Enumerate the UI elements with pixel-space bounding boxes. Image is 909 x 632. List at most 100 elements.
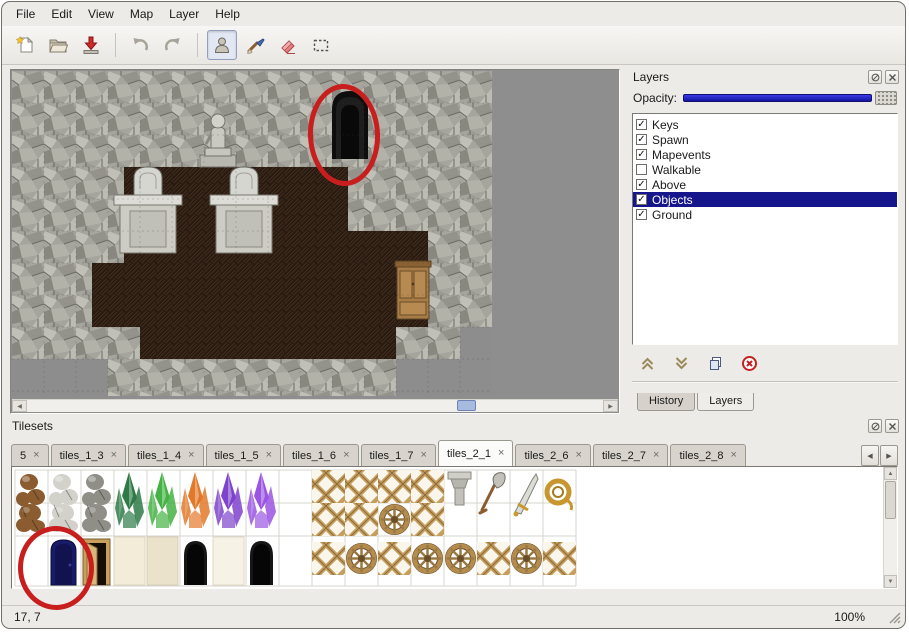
delete-layer-icon[interactable]: [741, 355, 758, 372]
lower-layer-icon[interactable]: [673, 355, 690, 372]
scroll-right-icon[interactable]: ▶: [603, 400, 618, 412]
tile-wheel[interactable]: [347, 544, 377, 574]
tile-open-door[interactable]: [83, 539, 110, 585]
tile-pale[interactable]: [114, 537, 145, 585]
tileset-tab-9[interactable]: tiles_2_8 ×: [670, 444, 745, 466]
tab-close-icon[interactable]: ×: [730, 450, 736, 461]
tile-crystal-violet[interactable]: [247, 472, 276, 528]
resize-grip[interactable]: [888, 611, 901, 624]
raise-layer-icon[interactable]: [639, 355, 656, 372]
tile-sword[interactable]: [514, 474, 539, 517]
duplicate-layer-icon[interactable]: [707, 355, 724, 372]
tileset-vertical-scrollbar[interactable]: ▲ ▼: [883, 467, 897, 588]
tileset-tab-3[interactable]: tiles_1_5 ×: [206, 444, 281, 466]
tileset-tab-1[interactable]: tiles_1_3 ×: [51, 444, 126, 466]
opacity-slider-handle[interactable]: [875, 91, 897, 105]
opacity-slider[interactable]: [683, 91, 897, 105]
tab-close-icon[interactable]: ×: [421, 450, 427, 461]
tab-close-icon[interactable]: ×: [498, 448, 504, 459]
tileset-tab-8[interactable]: tiles_2_7 ×: [593, 444, 668, 466]
layer-checkbox[interactable]: ✓: [636, 164, 647, 175]
layer-checkbox[interactable]: ✓: [636, 179, 647, 190]
tab-close-icon[interactable]: ×: [653, 450, 659, 461]
layer-checkbox[interactable]: ✓: [636, 149, 647, 160]
tile-dark-door[interactable]: [51, 540, 76, 585]
tab-scroll-left-icon[interactable]: ◀: [861, 445, 879, 466]
scroll-thumb[interactable]: [457, 400, 476, 411]
menu-item-file[interactable]: File: [8, 4, 43, 24]
toolbar-button-redo[interactable]: [158, 30, 188, 60]
tile-wheel[interactable]: [413, 544, 443, 574]
scroll-up-icon[interactable]: ▲: [884, 467, 897, 480]
tile-crystal-purple[interactable]: [214, 472, 243, 528]
tile-rocks-brown[interactable]: [16, 474, 45, 532]
toolbar-button-select-tool[interactable]: [306, 30, 336, 60]
layer-checkbox[interactable]: ✓: [636, 194, 647, 205]
toolbar-button-save[interactable]: [76, 30, 106, 60]
menu-item-edit[interactable]: Edit: [43, 4, 80, 24]
tileset-tab-4[interactable]: tiles_1_6 ×: [283, 444, 358, 466]
tile-pale[interactable]: [147, 537, 178, 585]
close-panel-icon[interactable]: [885, 419, 899, 433]
toolbar-button-sprite-tool[interactable]: [207, 30, 237, 60]
tile-cave-arch[interactable]: [250, 541, 273, 585]
map-canvas[interactable]: [12, 71, 492, 396]
tile-crystal-green[interactable]: [148, 472, 177, 528]
tileset-tab-2[interactable]: tiles_1_4 ×: [128, 444, 203, 466]
tileset-tab-0[interactable]: 5 ×: [11, 444, 49, 466]
layer-row-ground[interactable]: ✓ Ground: [633, 207, 897, 222]
layer-row-objects[interactable]: ✓ Objects: [633, 192, 897, 207]
tileset-tab-5[interactable]: tiles_1_7 ×: [361, 444, 436, 466]
scroll-left-icon[interactable]: ◀: [12, 400, 27, 412]
tab-close-icon[interactable]: ×: [266, 450, 272, 461]
scroll-down-icon[interactable]: ▼: [884, 575, 897, 588]
tile-wheel[interactable]: [512, 544, 542, 574]
tile-rocks-gray[interactable]: [82, 474, 111, 532]
menu-item-layer[interactable]: Layer: [161, 4, 207, 24]
layer-checkbox[interactable]: ✓: [636, 209, 647, 220]
tile-cave-arch[interactable]: [184, 541, 207, 585]
toolbar-button-open[interactable]: [43, 30, 73, 60]
float-panel-icon[interactable]: [868, 70, 882, 84]
menu-item-help[interactable]: Help: [207, 4, 248, 24]
tab-close-icon[interactable]: ×: [576, 450, 582, 461]
layer-row-walkable[interactable]: ✓ Walkable: [633, 162, 897, 177]
tab-layers[interactable]: Layers: [697, 393, 754, 411]
float-panel-icon[interactable]: [868, 419, 882, 433]
tile-wheel[interactable]: [446, 544, 476, 574]
layer-checkbox[interactable]: ✓: [636, 134, 647, 145]
tile-rocks-pale[interactable]: [49, 474, 78, 532]
layer-checkbox[interactable]: ✓: [636, 119, 647, 130]
layer-row-above[interactable]: ✓ Above: [633, 177, 897, 192]
layer-row-keys[interactable]: ✓ Keys: [633, 117, 897, 132]
tile-pale[interactable]: [213, 537, 244, 585]
tab-history[interactable]: History: [637, 393, 695, 411]
tileset-tab-7[interactable]: tiles_2_6 ×: [515, 444, 590, 466]
toolbar-button-eraser-tool[interactable]: [273, 30, 303, 60]
scroll-track[interactable]: [27, 400, 603, 412]
map-horizontal-scrollbar[interactable]: ◀ ▶: [12, 399, 618, 412]
tab-close-icon[interactable]: ×: [33, 450, 39, 461]
close-panel-icon[interactable]: [885, 70, 899, 84]
tab-close-icon[interactable]: ×: [343, 450, 349, 461]
toolbar-button-undo[interactable]: [125, 30, 155, 60]
tab-close-icon[interactable]: ×: [188, 450, 194, 461]
tile-wheel[interactable]: [380, 505, 410, 535]
tileset-tab-6[interactable]: tiles_2_1 ×: [438, 440, 513, 466]
tile-column-capital[interactable]: [448, 472, 471, 505]
opacity-slider-track[interactable]: [683, 94, 872, 102]
tab-scroll-right-icon[interactable]: ▶: [880, 445, 898, 466]
tile-shovel[interactable]: [480, 473, 505, 513]
layer-row-mapevents[interactable]: ✓ Mapevents: [633, 147, 897, 162]
tileset-image[interactable]: [13, 468, 877, 588]
tile-crystal-darkgreen[interactable]: [115, 472, 144, 528]
scroll-thumb[interactable]: [885, 481, 896, 519]
toolbar-button-new[interactable]: [10, 30, 40, 60]
tile-rope-coil[interactable]: [547, 481, 572, 510]
layer-row-spawn[interactable]: ✓ Spawn: [633, 132, 897, 147]
menu-item-map[interactable]: Map: [122, 4, 161, 24]
tile-crystal-orange[interactable]: [181, 472, 210, 528]
toolbar-button-brush-tool[interactable]: [240, 30, 270, 60]
menu-item-view[interactable]: View: [80, 4, 122, 24]
tab-close-icon[interactable]: ×: [111, 450, 117, 461]
